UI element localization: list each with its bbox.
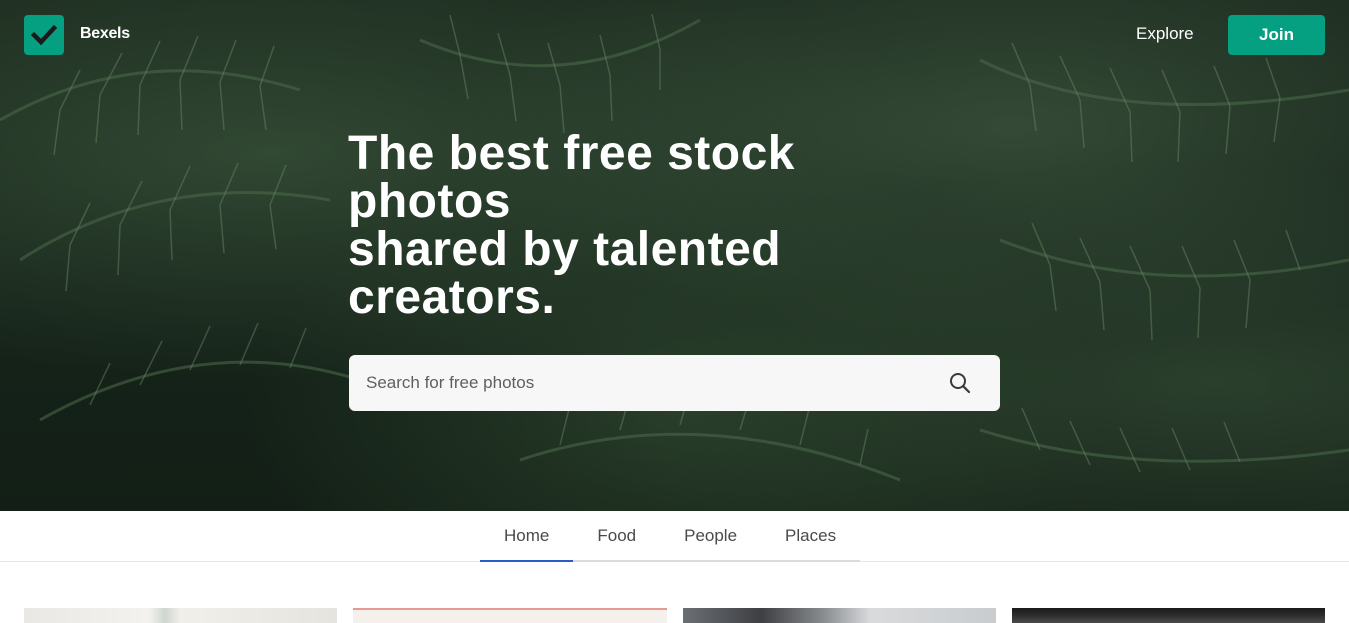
hero-banner: Bexels Explore Join The best free stock … — [0, 0, 1349, 511]
headline-line: photos — [348, 175, 511, 228]
tab-home[interactable]: Home — [480, 511, 574, 562]
nav-explore-link[interactable]: Explore — [1136, 24, 1194, 44]
search-input[interactable] — [349, 355, 939, 411]
search-bar — [349, 355, 1000, 411]
brand-name[interactable]: Bexels — [80, 25, 130, 43]
checkmark-icon — [31, 24, 57, 46]
headline-line: The best free stock — [348, 127, 795, 180]
join-button[interactable]: Join — [1228, 15, 1325, 55]
photo-thumbnail[interactable] — [24, 608, 337, 623]
tab-people[interactable]: People — [660, 511, 762, 562]
category-tabs: Home Food People Places — [480, 511, 869, 562]
headline-line: shared by talented — [348, 223, 782, 276]
photo-thumbnail[interactable] — [353, 608, 667, 623]
hero-headline: The best free stock photos shared by tal… — [348, 130, 968, 322]
photo-thumbnail[interactable] — [1012, 608, 1325, 623]
headline-line: creators. — [348, 271, 556, 324]
tab-food[interactable]: Food — [573, 511, 661, 562]
tab-places[interactable]: Places — [761, 511, 861, 562]
search-icon[interactable] — [948, 371, 972, 395]
photo-thumbnail[interactable] — [683, 608, 996, 623]
bexels-logo[interactable] — [24, 15, 64, 55]
